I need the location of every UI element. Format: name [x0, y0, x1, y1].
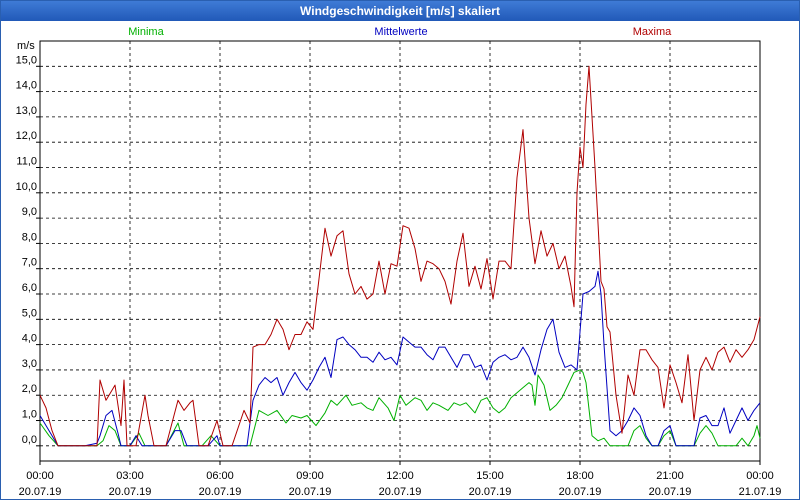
y-tick-label: 11,0	[16, 156, 37, 168]
x-tick-time-label: 06:00	[206, 470, 234, 482]
y-tick-label: 12,0	[16, 130, 37, 142]
legend-entry-minima: Minima	[128, 26, 164, 38]
x-tick-date-label: 21.07.19	[739, 486, 782, 498]
x-tick-time-label: 03:00	[116, 470, 144, 482]
y-tick-label: 3,0	[22, 358, 37, 370]
y-tick-label: 5,0	[22, 307, 37, 319]
y-tick-label: 10,0	[16, 181, 37, 193]
y-tick-label: 14,0	[16, 80, 37, 92]
x-tick-time-label: 00:00	[26, 470, 54, 482]
y-tick-label: 1,0	[22, 409, 37, 421]
y-tick-label: 9,0	[22, 206, 37, 218]
y-tick-label: 4,0	[22, 333, 37, 345]
x-tick-date-label: 20.07.19	[289, 486, 332, 498]
legend-entry-maxima: Maxima	[633, 26, 672, 38]
wind-speed-chart: 0,0 1,0 2,0 3,0 4,0 5,0 6,0 7,0 8,0 9,0 10,0 11,0 12…	[16, 26, 782, 498]
legend: Minima Mittelwerte Maxima	[128, 26, 672, 38]
y-tick-label: 15,0	[16, 54, 37, 66]
y-tick-label: 13,0	[16, 105, 37, 117]
y-axis-unit-label: m/s	[17, 40, 35, 52]
x-tick-time-label: 15:00	[476, 470, 504, 482]
y-tick-label: 7,0	[22, 257, 37, 269]
x-tick-date-label: 20.07.19	[469, 486, 512, 498]
x-tick-date-label: 20.07.19	[649, 486, 692, 498]
x-tick-time-label: 09:00	[296, 470, 324, 482]
x-tick-time-label: 18:00	[566, 470, 594, 482]
y-tick-label: 8,0	[22, 231, 37, 243]
x-tick-date-label: 20.07.19	[19, 486, 62, 498]
x-tick-date-label: 20.07.19	[199, 486, 242, 498]
y-tick-label: 0,0	[22, 434, 37, 446]
y-tick-label: 6,0	[22, 282, 37, 294]
x-tick-time-label: 21:00	[656, 470, 684, 482]
x-tick-date-label: 20.07.19	[379, 486, 422, 498]
x-axis: 00:00 20.07.19 03:00 20.07.19 06:00 20.07.19 0…	[19, 461, 782, 498]
x-tick-time-label: 00:00	[746, 470, 774, 482]
x-tick-date-label: 20.07.19	[109, 486, 152, 498]
x-tick-date-label: 20.07.19	[559, 486, 602, 498]
y-axis: 0,0 1,0 2,0 3,0 4,0 5,0 6,0 7,0 8,0 9,0 10,0 11,0 12…	[16, 54, 40, 447]
x-tick-time-label: 12:00	[386, 470, 414, 482]
legend-entry-mittelwerte: Mittelwerte	[374, 26, 427, 38]
y-tick-label: 2,0	[22, 383, 37, 395]
